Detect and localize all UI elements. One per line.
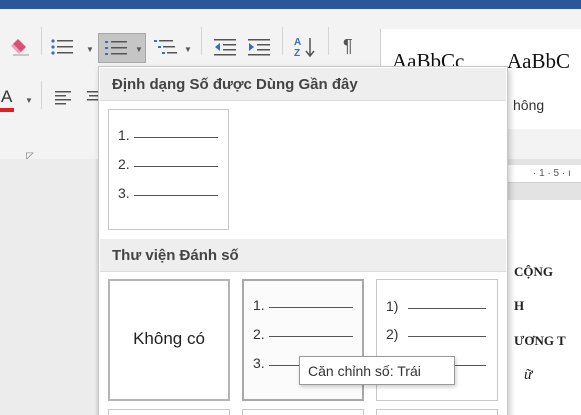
list-item: 2. <box>118 156 218 176</box>
doc-line: H <box>514 298 525 313</box>
align-left-icon[interactable] <box>54 89 74 108</box>
svg-text:A: A <box>294 37 301 48</box>
number-format-next-row[interactable] <box>376 409 498 415</box>
eraser-icon[interactable] <box>10 38 32 59</box>
multilevel-dropdown-icon[interactable]: ▼ <box>184 45 192 54</box>
numbering-icon <box>104 38 130 63</box>
recent-formats-header: Định dạng Số được Dùng Gần đây <box>100 68 506 101</box>
list-item: 2) <box>386 326 486 346</box>
number-format-none[interactable]: Không có <box>108 279 230 401</box>
ribbon-separator <box>201 27 202 55</box>
ribbon-separator <box>41 27 42 55</box>
alignment-tooltip: Căn chỉnh số: Trái <box>299 356 455 385</box>
recent-number-format[interactable]: 1. 2. 3. <box>108 109 229 230</box>
number-format-next-row[interactable] <box>108 409 230 415</box>
doc-line: ƯƠNG T <box>514 333 566 348</box>
navigation-pane <box>0 159 96 415</box>
ribbon-separator <box>328 27 329 55</box>
numbering-dropdown-icon: ▼ <box>135 45 143 54</box>
sort-icon[interactable]: A Z <box>293 35 317 62</box>
decrease-indent-icon[interactable] <box>212 37 238 60</box>
multilevel-list-icon[interactable] <box>153 37 179 60</box>
none-label: Không có <box>133 329 205 348</box>
numbering-button[interactable]: ▼ <box>98 33 146 63</box>
bullets-dropdown-icon[interactable]: ▼ <box>86 45 94 54</box>
style-name-label: hông <box>513 97 545 113</box>
word-window: ▼ ▼ ▼ A Z ¶ A ▼ ◸ AaBbCc AaBbC hông · 1 … <box>0 0 581 415</box>
doc-line: ữ <box>524 367 533 383</box>
list-item: 1. <box>253 297 353 317</box>
increase-indent-icon[interactable] <box>246 37 272 60</box>
ribbon-separator <box>282 27 283 55</box>
font-color-icon[interactable]: A <box>0 87 22 113</box>
font-color-dropdown-icon[interactable]: ▼ <box>25 96 33 105</box>
align-center-icon[interactable] <box>86 89 98 108</box>
font-color-swatch <box>0 108 14 112</box>
list-item: 2. <box>253 326 353 346</box>
pilcrow-icon[interactable]: ¶ <box>343 36 353 57</box>
list-item: 1) <box>386 298 486 318</box>
numbering-library-header: Thư viện Đánh số <box>100 239 506 272</box>
ribbon-separator <box>41 81 42 109</box>
list-item: 1. <box>118 127 218 147</box>
bullets-icon[interactable] <box>50 37 76 60</box>
font-color-letter: A <box>1 87 13 106</box>
title-bar <box>0 0 581 9</box>
doc-line: CỘNG <box>514 264 553 279</box>
number-format-next-row[interactable] <box>242 409 364 415</box>
ruler: · 1 · 5 · ı <box>508 165 581 183</box>
svg-text:Z: Z <box>294 48 300 59</box>
style-no-spacing[interactable]: AaBbC <box>507 49 570 74</box>
list-item: 3. <box>118 185 218 205</box>
